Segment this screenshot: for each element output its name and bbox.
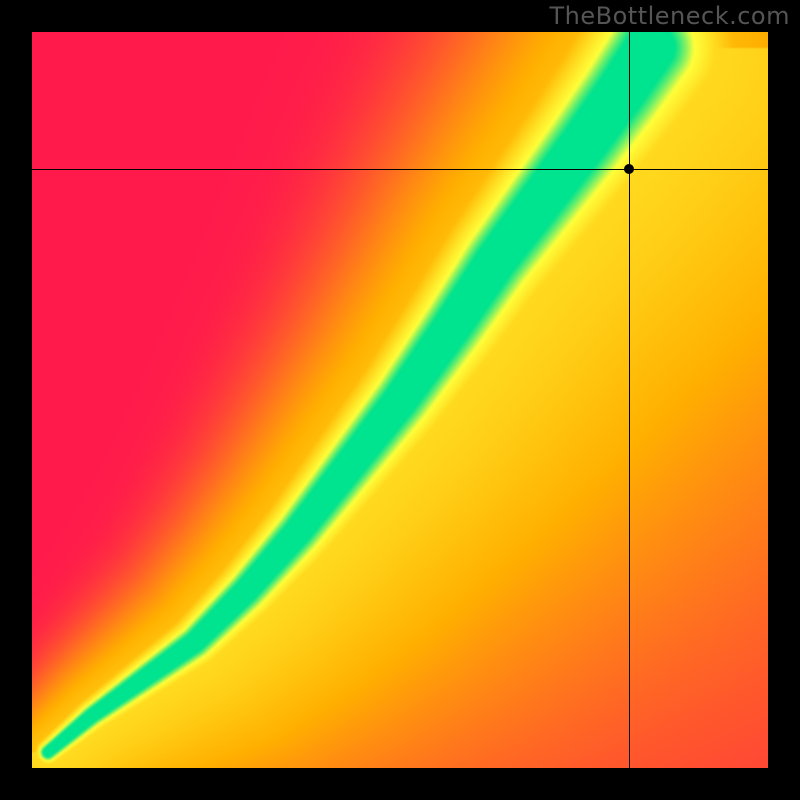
chart-container: TheBottleneck.com [0,0,800,800]
heatmap-plot [32,32,768,768]
heatmap-canvas [32,32,768,768]
watermark-text: TheBottleneck.com [550,2,791,30]
